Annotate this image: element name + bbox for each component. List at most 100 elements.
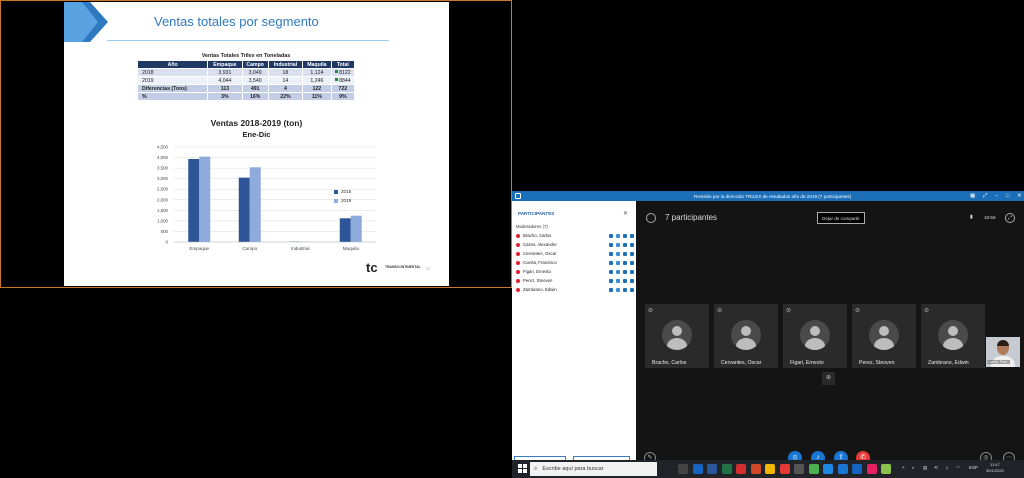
chart-subtitle: Ene-Dic — [242, 130, 271, 139]
chat-status-icon — [609, 287, 613, 292]
windows-start-icon[interactable] — [518, 464, 527, 473]
app-icon-2[interactable] — [866, 464, 877, 474]
table-header-cell: Empaque — [207, 60, 243, 69]
table-cell-text: 16% — [249, 93, 261, 100]
participant-item[interactable]: Cazes, Alexandre — [516, 240, 634, 249]
table-cell-text: 1,124 — [310, 69, 324, 76]
meeting-title-bar[interactable]: Revisión por la dirección TRILEX de resu… — [512, 191, 1024, 201]
legend-item: 2019 — [334, 196, 351, 205]
participant-item[interactable]: Cuerta, Francisco — [516, 258, 634, 267]
outlook-icon[interactable] — [692, 464, 703, 474]
y-tick-label: 4,500 — [157, 145, 169, 150]
table-caption: Ventas Totales Trilex en Toneladas — [201, 53, 291, 59]
file-explorer-icon[interactable] — [765, 464, 775, 474]
moderators-group-label[interactable]: Moderadores (7) — [516, 224, 548, 229]
mic-status-icon — [616, 287, 620, 292]
participant-video-tile[interactable]: ⊘ Perez, Steoven — [852, 304, 916, 368]
participant-video-tile[interactable]: ⊘ Figari, Ernesto — [783, 304, 847, 368]
participant-name: Cervantes, Oscar — [523, 251, 557, 256]
participant-video-tile[interactable]: ⊘ Bracho, Carlos — [645, 304, 709, 368]
taskbar-clock[interactable]: 11:47 30/1/2020 — [986, 462, 1004, 474]
avatar — [731, 320, 761, 350]
mic-status-icon — [616, 251, 620, 256]
close-panel-icon[interactable]: ✕ — [623, 210, 628, 217]
table-cell: 2019 — [136, 76, 209, 85]
participant-count: 7 participantes — [665, 213, 718, 222]
taskbar-date: 30/1/2020 — [986, 468, 1004, 473]
slide-title: Ventas totales por segmento — [154, 14, 319, 29]
participant-name: Bracho, Carlos — [523, 233, 552, 238]
app-icon[interactable] — [779, 464, 790, 474]
self-view-video[interactable]: Cuerta, Fran... — [986, 337, 1020, 367]
participant-item[interactable]: Figari, Ernesto — [516, 267, 634, 276]
table-cell-text: 18 — [282, 69, 289, 76]
taskbar-search-box[interactable]: ⌕ Escribe aquí para buscar — [530, 462, 657, 476]
table-cell: 16% — [241, 92, 269, 101]
table-cell: 4 — [267, 84, 304, 93]
table-cell: 8122 — [330, 68, 356, 77]
webex-icon[interactable] — [837, 464, 848, 474]
table-cell: 122 — [302, 84, 332, 93]
app-icon-3[interactable] — [881, 464, 891, 474]
table-cell: 3,931 — [207, 68, 243, 77]
video-status-icon — [623, 251, 627, 256]
y-tick-label: 500 — [161, 229, 169, 234]
excel-icon[interactable] — [721, 464, 732, 474]
mic-status-icon — [616, 269, 620, 274]
share-status-icon — [630, 233, 634, 238]
table-row: % 3% 16% 22% 11% 9% — [136, 92, 356, 101]
tray-network-icon[interactable]: ▤ — [923, 465, 927, 471]
table-cell-text: 14 — [282, 77, 289, 84]
tray-app-icon[interactable]: ◐ — [912, 465, 915, 470]
layout-icon[interactable]: ▦ — [970, 193, 975, 199]
more-participants-icon[interactable]: ⊕ — [822, 372, 835, 385]
participants-icon[interactable] — [646, 213, 656, 223]
popout-icon[interactable]: ⤢ — [983, 193, 987, 200]
calculator-icon[interactable] — [794, 464, 804, 474]
table-cell: 18 — [267, 68, 304, 77]
word-icon[interactable] — [707, 464, 717, 474]
powerpoint-icon[interactable] — [750, 464, 761, 474]
minimize-icon[interactable]: – — [995, 193, 998, 199]
status-dot-icon — [516, 251, 520, 256]
table-cell-text: 4,044 — [218, 77, 232, 84]
bluetooth-icon[interactable] — [852, 464, 862, 474]
table-cell: Diferencias (Tons) — [136, 84, 209, 93]
close-icon[interactable]: ✕ — [1017, 193, 1022, 199]
video-status-icon — [623, 233, 627, 238]
task-view-icon[interactable] — [678, 464, 688, 474]
table-cell-text: 22% — [280, 93, 291, 100]
tile-name: Figari, Ernesto — [790, 360, 824, 366]
edge-icon[interactable] — [823, 464, 833, 474]
fullscreen-icon[interactable]: ⤢ — [1005, 213, 1015, 223]
table-header-cell: Industrial — [267, 60, 304, 69]
participant-video-tile[interactable]: ⊘ Zambrano, Edwin — [921, 304, 985, 368]
maximize-icon[interactable]: □ — [1006, 193, 1009, 199]
legend-label: 2019 — [341, 198, 352, 203]
tray-sync-icon[interactable]: ⟲ — [934, 465, 938, 471]
table-cell-text: 9% — [339, 93, 347, 100]
video-status-icon — [623, 242, 627, 247]
participant-item[interactable]: Bracho, Carlos — [516, 231, 634, 240]
participant-name: Cuerta, Francisco — [523, 260, 557, 265]
tray-wifi-icon[interactable]: ◠ — [956, 465, 960, 471]
participant-item[interactable]: Perez, Steoven — [516, 276, 634, 285]
chrome-icon[interactable] — [808, 464, 819, 474]
stop-sharing-button[interactable]: Dejar de compartir — [817, 212, 865, 224]
participant-item[interactable]: Cervantes, Oscar — [516, 249, 634, 258]
search-icon: ⌕ — [534, 465, 538, 472]
legend-swatch — [334, 189, 338, 194]
y-tick-label: 0 — [166, 240, 169, 245]
participant-video-tile[interactable]: ⊘ Cervantes, Oscar — [714, 304, 778, 368]
table-header-row: Año Empaque Campo Industrial Maquila Total — [136, 60, 356, 69]
bar-2019-campo — [249, 167, 261, 242]
shared-screen-frame: Ventas totales por segmento Ventas Total… — [0, 0, 512, 288]
language-indicator[interactable]: ESP — [969, 465, 978, 470]
participant-item[interactable]: Zambrano, Edwin — [516, 285, 634, 294]
chart-legend: 2018 2019 — [334, 187, 351, 205]
chat-status-icon — [609, 260, 613, 265]
x-tick-label: Maquila — [343, 246, 360, 251]
acrobat-icon[interactable] — [736, 464, 746, 474]
tray-volume-icon[interactable]: ♫ — [945, 465, 948, 470]
tray-chevron-icon[interactable]: ˄ — [902, 465, 905, 470]
